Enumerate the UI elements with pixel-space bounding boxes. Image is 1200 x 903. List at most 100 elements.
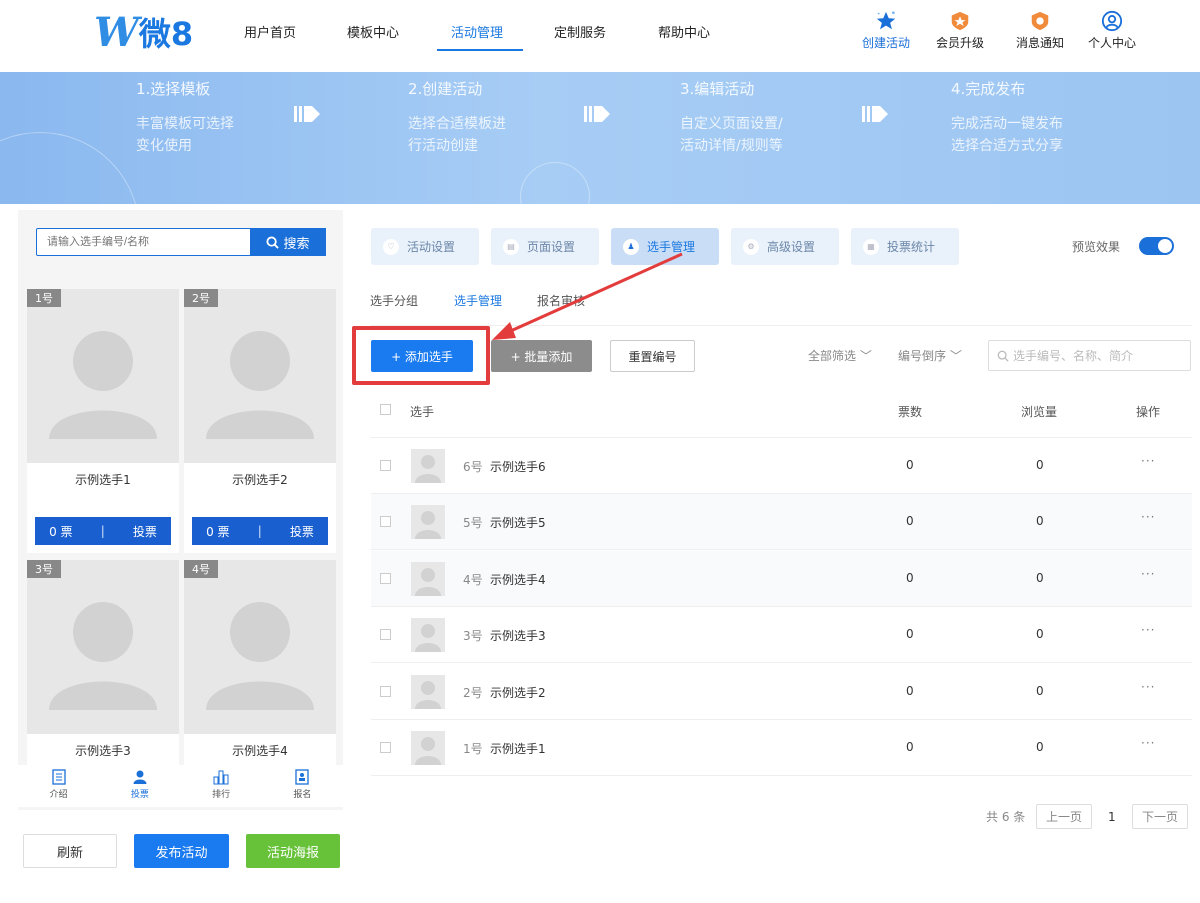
avatar-placeholder-icon	[415, 624, 441, 652]
more-icon[interactable]: ···	[1141, 736, 1155, 750]
table-row[interactable]: 3号 示例选手3 0 0 ···	[371, 607, 1192, 663]
nav-home[interactable]: 用户首页	[244, 22, 296, 41]
row-views: 0	[1036, 684, 1044, 698]
logo-mark: W	[94, 8, 139, 56]
row-votes: 0	[906, 514, 914, 528]
more-icon[interactable]: ···	[1141, 567, 1155, 581]
nav-templates[interactable]: 模板中心	[347, 22, 399, 41]
search-icon	[997, 350, 1009, 362]
table-row[interactable]: 4号 示例选手4 0 0 ···	[371, 551, 1192, 607]
tab-vote-stats[interactable]: ▦ 投票统计	[851, 228, 959, 265]
profile-button[interactable]: 个人中心	[1082, 10, 1142, 51]
table-row[interactable]: 5号 示例选手5 0 0 ···	[371, 494, 1192, 550]
vote-bar[interactable]: 0 票 | 投票	[35, 517, 171, 545]
contestant-photo: 4号	[184, 560, 336, 734]
user-circle-icon	[1101, 10, 1123, 32]
row-checkbox[interactable]	[380, 686, 391, 697]
contestant-badge: 3号	[27, 560, 61, 578]
top-header: W 微8 用户首页 模板中心 活动管理 定制服务 帮助中心 创建活动 会员升级 …	[0, 0, 1200, 72]
step-arrow-icon	[294, 106, 320, 122]
logo[interactable]: W 微8	[94, 9, 193, 56]
tabbar-signup[interactable]: 报名	[262, 765, 343, 807]
step-arrow-icon	[584, 106, 610, 122]
table-row[interactable]: 1号 示例选手1 0 0 ···	[371, 720, 1192, 776]
sort-dropdown[interactable]: 编号倒序 ﹀	[898, 347, 962, 364]
more-icon[interactable]: ···	[1141, 680, 1155, 694]
row-checkbox[interactable]	[380, 460, 391, 471]
search-placeholder: 选手编号、名称、简介	[1013, 349, 1134, 363]
more-icon[interactable]: ···	[1141, 623, 1155, 637]
create-activity-button[interactable]: 创建活动	[856, 10, 916, 51]
more-icon[interactable]: ···	[1141, 454, 1155, 468]
profile-label: 个人中心	[1087, 36, 1136, 50]
stats-icon: ▦	[863, 238, 879, 255]
tab-advanced-settings[interactable]: ⚙ 高级设置	[731, 228, 839, 265]
row-number: 4号	[463, 573, 483, 587]
row-checkbox[interactable]	[380, 516, 391, 527]
vote-button[interactable]: 投票	[290, 523, 314, 540]
preview-search-input[interactable]	[37, 229, 252, 255]
tabbar-ranking[interactable]: 排行	[181, 765, 262, 807]
chevron-down-icon: ﹀	[859, 349, 872, 363]
notifications-button[interactable]: 消息通知	[1010, 10, 1070, 51]
create-activity-label: 创建活动	[861, 36, 910, 50]
vote-button[interactable]: 投票	[133, 523, 157, 540]
subtab-groups[interactable]: 选手分组	[370, 292, 418, 309]
avatar-placeholder-icon	[49, 331, 157, 439]
heart-icon: ♡	[383, 238, 399, 255]
contestant-card[interactable]: 4号 示例选手4	[184, 560, 336, 770]
prev-page-button[interactable]: 上一页	[1036, 804, 1092, 829]
tab-activity-settings[interactable]: ♡ 活动设置	[371, 228, 479, 265]
contestant-card[interactable]: 1号 示例选手1 0 票 | 投票	[27, 289, 179, 553]
activity-poster-button[interactable]: 活动海报	[246, 834, 340, 868]
decor-circle	[520, 162, 590, 204]
row-checkbox[interactable]	[380, 629, 391, 640]
contestant-search-input[interactable]: 选手编号、名称、简介	[988, 340, 1191, 371]
tabbar-vote[interactable]: 投票	[99, 765, 180, 807]
table-row[interactable]: 6号 示例选手6 0 0 ···	[371, 438, 1192, 494]
nav-custom-service[interactable]: 定制服务	[554, 22, 606, 41]
row-views: 0	[1036, 627, 1044, 641]
mobile-preview: 搜索 1号 示例选手1 0 票 | 投票 2号 示例选手2 0 票 | 投票 3…	[18, 210, 343, 810]
sort-dropdown-label: 编号倒序	[898, 349, 947, 363]
select-all-checkbox[interactable]	[380, 404, 391, 415]
publish-activity-button[interactable]: 发布活动	[134, 834, 229, 868]
preview-tabbar: 介绍 投票 排行 报名	[18, 765, 343, 807]
row-views: 0	[1036, 571, 1044, 585]
more-icon[interactable]: ···	[1141, 510, 1155, 524]
row-checkbox[interactable]	[380, 742, 391, 753]
filter-dropdown[interactable]: 全部筛选 ﹀	[808, 347, 872, 364]
contestant-badge: 2号	[184, 289, 218, 307]
vip-upgrade-button[interactable]: 会员升级	[930, 10, 990, 51]
contestant-badge: 4号	[184, 560, 218, 578]
col-votes: 票数	[898, 405, 923, 419]
vote-bar[interactable]: 0 票 | 投票	[192, 517, 328, 545]
step-desc-line: 自定义页面设置/	[680, 116, 783, 132]
nav-help[interactable]: 帮助中心	[658, 22, 710, 41]
avatar-placeholder-icon	[49, 602, 157, 710]
preview-toggle[interactable]	[1139, 237, 1174, 255]
contestant-card[interactable]: 2号 示例选手2 0 票 | 投票	[184, 289, 336, 553]
row-views: 0	[1036, 740, 1044, 754]
next-page-button[interactable]: 下一页	[1132, 804, 1188, 829]
tabbar-label: 介绍	[49, 790, 68, 800]
tabbar-intro[interactable]: 介绍	[18, 765, 99, 807]
contestant-card[interactable]: 3号 示例选手3	[27, 560, 179, 770]
preview-search-button[interactable]: 搜索	[250, 228, 326, 256]
row-name: 示例选手2	[490, 686, 546, 700]
bell-badge-icon	[1031, 11, 1049, 31]
row-number: 5号	[463, 516, 483, 530]
step-desc-line: 选择合适方式分享	[951, 138, 1063, 154]
nav-activity-management[interactable]: 活动管理	[451, 22, 503, 41]
table-row[interactable]: 2号 示例选手2 0 0 ···	[371, 664, 1192, 720]
refresh-button[interactable]: 刷新	[23, 834, 117, 868]
pager-total: 共 6 条	[986, 810, 1026, 824]
annotation-arrow-icon	[492, 252, 683, 340]
step-desc-line: 选择合适模板进	[408, 116, 506, 132]
row-votes: 0	[906, 571, 914, 585]
row-checkbox[interactable]	[380, 573, 391, 584]
row-number: 2号	[463, 686, 483, 700]
current-page[interactable]: 1	[1108, 804, 1116, 829]
row-views: 0	[1036, 458, 1044, 472]
row-votes: 0	[906, 627, 914, 641]
